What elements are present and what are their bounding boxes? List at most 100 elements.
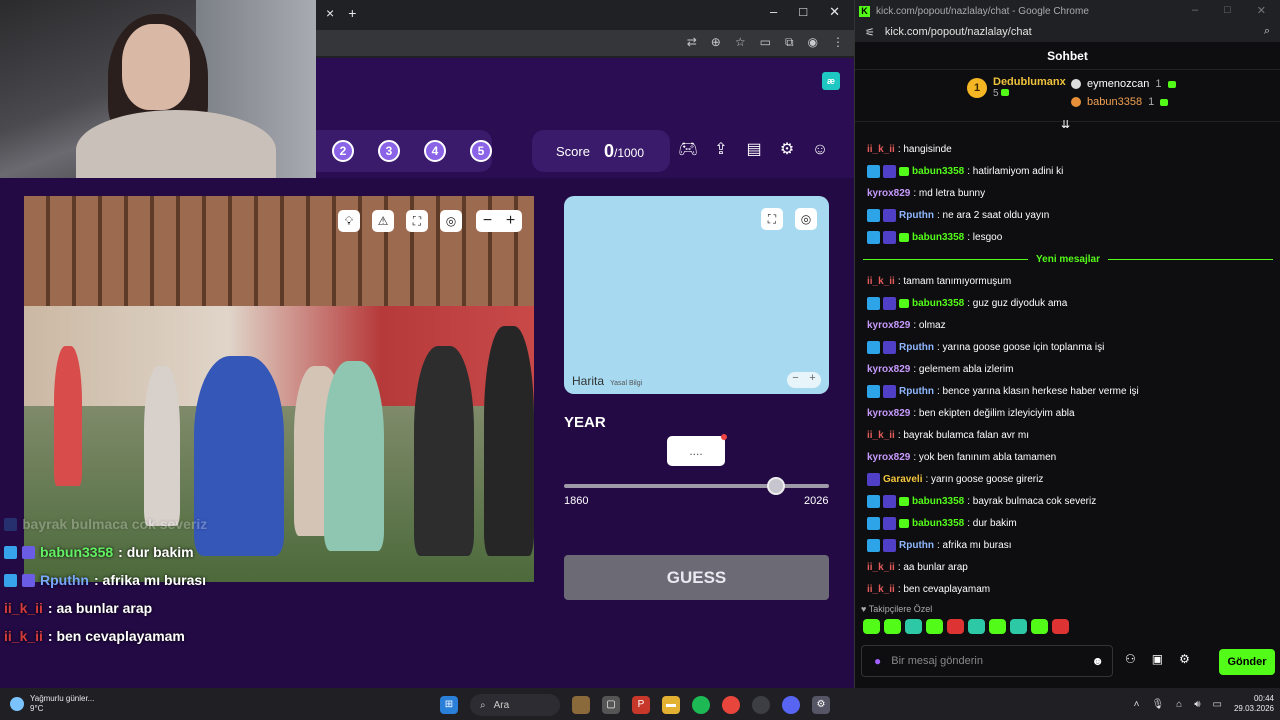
search-highlight-icon[interactable] <box>572 696 590 714</box>
store-icon[interactable]: ▣ <box>1152 652 1163 666</box>
chat-username[interactable]: kyrox829 <box>867 320 910 331</box>
cast-icon[interactable]: ▭ <box>760 35 771 50</box>
start-windows-icon[interactable]: ⊞ <box>440 696 458 714</box>
chat-username[interactable]: kyrox829 <box>867 452 910 463</box>
map-zoom-in-button[interactable]: + <box>809 372 815 388</box>
emote-icon[interactable] <box>989 619 1006 634</box>
og-star-badge-icon[interactable] <box>883 230 896 244</box>
chat-close-button[interactable]: ✕ <box>1257 4 1266 17</box>
pinned-toggle-icon[interactable]: ⇊ <box>1061 118 1073 131</box>
chat-username[interactable]: babun3358 <box>912 166 964 177</box>
chat-username[interactable]: Rputhn <box>899 386 934 397</box>
bookmark-star-icon[interactable]: ☆ <box>735 35 746 50</box>
og-star-badge-icon[interactable] <box>883 340 896 354</box>
recenter-icon[interactable]: ◎ <box>440 210 462 232</box>
minimize-button[interactable]: – <box>770 4 777 20</box>
chat-settings-icon[interactable]: ⚙ <box>1179 652 1190 666</box>
taskbar-search[interactable]: ⌕ Ara <box>470 694 560 716</box>
leaderboard-icon[interactable]: ▤ <box>744 140 764 160</box>
report-warning-icon[interactable]: ⚠ <box>372 210 394 232</box>
discord-icon[interactable] <box>782 696 800 714</box>
verified-badge-icon[interactable] <box>867 208 880 222</box>
og-star-badge-icon[interactable] <box>867 472 880 486</box>
menu-kebab-icon[interactable]: ⋮ <box>832 35 844 50</box>
year-slider-track[interactable] <box>564 484 829 488</box>
chat-username[interactable]: ii_k_ii <box>867 276 895 287</box>
game-logo[interactable]: æ <box>822 72 840 90</box>
og-star-badge-icon[interactable] <box>883 296 896 310</box>
clock[interactable]: 00:44 29.03.2026 <box>1234 694 1274 714</box>
og-star-badge-icon[interactable] <box>883 164 896 178</box>
site-settings-icon[interactable]: ⚟ <box>865 26 875 39</box>
chat-username[interactable]: babun3358 <box>912 518 964 529</box>
leaderboard-third[interactable]: babun3358 1 <box>1071 96 1169 111</box>
verified-badge-icon[interactable] <box>867 296 880 310</box>
og-star-badge-icon[interactable] <box>883 208 896 222</box>
chat-username[interactable]: Rputhn <box>899 540 934 551</box>
emote-icon[interactable] <box>1010 619 1027 634</box>
translate-icon[interactable]: ⇄ <box>687 35 697 50</box>
subscriber-badge-icon[interactable] <box>899 232 909 242</box>
chat-username[interactable]: babun3358 <box>912 232 964 243</box>
guess-map[interactable]: ⛶ ◎ Harita Yasal Bilgi − + <box>564 196 829 394</box>
battery-icon[interactable]: ▭ <box>1213 699 1222 710</box>
tab-close-button[interactable]: × <box>326 5 334 21</box>
subscriber-badge-icon[interactable] <box>899 166 909 176</box>
profile-icon[interactable]: ☺ <box>810 140 830 160</box>
verified-badge-icon[interactable] <box>867 384 880 398</box>
og-star-badge-icon[interactable] <box>883 516 896 530</box>
emoji-picker-icon[interactable]: ☻ <box>1091 654 1104 668</box>
chrome-icon[interactable] <box>722 696 740 714</box>
new-tab-button[interactable]: + <box>348 5 356 21</box>
verified-badge-icon[interactable] <box>867 538 880 552</box>
verified-badge-icon[interactable] <box>867 494 880 508</box>
emote-icon[interactable] <box>863 619 880 634</box>
steam-icon[interactable] <box>752 696 770 714</box>
og-star-badge-icon[interactable] <box>883 538 896 552</box>
chat-username[interactable]: ii_k_ii <box>867 584 895 595</box>
guess-button[interactable]: GUESS <box>564 555 829 600</box>
emote-icon[interactable] <box>926 619 943 634</box>
leaderboard-second[interactable]: eymenozcan 1 <box>1071 78 1176 93</box>
extensions-icon[interactable]: ⧉ <box>785 35 794 50</box>
chat-username[interactable]: ii_k_ii <box>867 562 895 573</box>
chat-username[interactable]: babun3358 <box>912 496 964 507</box>
chat-address-bar[interactable]: ⚟ kick.com/popout/nazlalay/chat ⌕ <box>855 22 1280 42</box>
verified-badge-icon[interactable] <box>867 340 880 354</box>
emote-icon[interactable] <box>968 619 985 634</box>
chat-username[interactable]: Garaveli <box>883 474 922 485</box>
year-slider-handle[interactable] <box>767 477 785 495</box>
chat-message-input[interactable]: ● Bir mesaj gönderin ☻ <box>861 645 1113 677</box>
file-explorer-icon[interactable]: ▬ <box>662 696 680 714</box>
chat-maximize-button[interactable]: □ <box>1224 4 1231 17</box>
og-star-badge-icon[interactable] <box>883 384 896 398</box>
maximize-button[interactable]: □ <box>799 4 807 20</box>
fullscreen-icon[interactable]: ⛶ <box>406 210 428 232</box>
chat-username[interactable]: ii_k_ii <box>867 144 895 155</box>
verified-badge-icon[interactable] <box>867 516 880 530</box>
tray-overflow-icon[interactable]: ˄ <box>1134 699 1140 710</box>
map-zoom-out-button[interactable]: − <box>792 372 798 388</box>
verified-badge-icon[interactable] <box>867 164 880 178</box>
volume-icon[interactable]: 🔊︎ <box>1194 699 1200 710</box>
chat-username[interactable]: Rputhn <box>899 342 934 353</box>
settings-gear-icon[interactable]: ⚙ <box>777 140 797 160</box>
subscriber-badge-icon[interactable] <box>899 496 909 506</box>
photo-zoom-in-button[interactable]: + <box>499 210 522 232</box>
map-recenter-icon[interactable]: ◎ <box>795 208 817 230</box>
address-bar[interactable]: ⇄ ⊕ ☆ ▭ ⧉ ◉ ⋮ <box>316 30 854 56</box>
send-button[interactable]: Gönder <box>1219 649 1275 675</box>
subscriber-badge-icon[interactable] <box>899 298 909 308</box>
emote-icon[interactable] <box>905 619 922 634</box>
close-window-button[interactable]: ✕ <box>829 4 840 20</box>
network-icon[interactable]: ⌂ <box>1176 699 1182 710</box>
search-icon[interactable]: ⌕ <box>1264 25 1270 38</box>
microphone-icon[interactable]: 🎙︎ <box>1151 699 1164 710</box>
subscriber-badge-icon[interactable] <box>899 518 909 528</box>
settings-app-icon[interactable]: ⚙ <box>812 696 830 714</box>
chat-minimize-button[interactable]: – <box>1192 4 1198 17</box>
chat-username[interactable]: kyrox829 <box>867 188 910 199</box>
zoom-icon[interactable]: ⊕ <box>711 35 721 50</box>
emote-icon[interactable] <box>884 619 901 634</box>
chat-username[interactable]: Rputhn <box>899 210 934 221</box>
